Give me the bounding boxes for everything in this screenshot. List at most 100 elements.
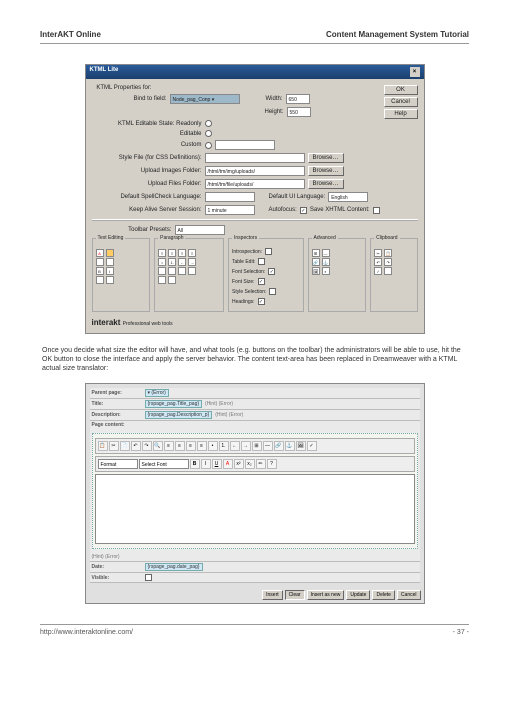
tb-icon[interactable]: ←: [230, 441, 240, 451]
uploadfile-input[interactable]: /html/tm/file/uploads/: [205, 179, 305, 189]
insp-intro: Introspection:: [232, 249, 262, 255]
insp-intro-check[interactable]: [265, 248, 272, 255]
tb-icon[interactable]: 🔗: [274, 441, 284, 451]
header-left: InterAKT Online: [40, 30, 101, 39]
close-icon[interactable]: ×: [410, 67, 420, 77]
content-textarea[interactable]: [95, 474, 415, 544]
height-label: Height:: [265, 109, 284, 115]
tb-icon[interactable]: 🖼: [296, 441, 306, 451]
tb-under[interactable]: U: [212, 459, 222, 469]
readonly-radio[interactable]: [205, 120, 212, 127]
content-label: Page content:: [92, 422, 142, 428]
autofocus-check[interactable]: ✓: [300, 207, 307, 214]
tb-icon[interactable]: ↶: [131, 441, 141, 451]
tb-icon[interactable]: ⚓: [285, 441, 295, 451]
autofocus-label: Autofocus:: [269, 207, 297, 213]
bind-label: Bind to field:: [92, 96, 167, 102]
width-input[interactable]: 650: [286, 94, 310, 104]
insp-table-check[interactable]: [258, 258, 265, 265]
editable-radio[interactable]: [205, 130, 212, 137]
tb-icon[interactable]: ?: [267, 459, 277, 469]
tb-icon[interactable]: ✏: [256, 459, 266, 469]
visible-check[interactable]: [145, 574, 152, 581]
tb-icon[interactable]: 📄: [120, 441, 130, 451]
tagline: Professional web tools: [123, 321, 173, 327]
footer-left: http://www.interaktonline.com/: [40, 629, 133, 636]
tb-icon[interactable]: 1.: [219, 441, 229, 451]
spell-select[interactable]: [205, 192, 255, 202]
panel-paragraph: Paragraph: [158, 235, 185, 241]
insp-font-check[interactable]: ✓: [268, 268, 275, 275]
cancel-button[interactable]: Cancel: [384, 97, 418, 107]
ok-button[interactable]: OK: [384, 85, 418, 95]
uilang-select[interactable]: English: [328, 192, 368, 202]
tb-color[interactable]: A: [223, 459, 233, 469]
insp-head-check[interactable]: ✓: [258, 298, 265, 305]
width-label: Width:: [266, 96, 283, 102]
stylefile-input[interactable]: [205, 153, 305, 163]
custom-label: Custom: [92, 142, 202, 148]
font-select[interactable]: Select Font: [139, 459, 189, 469]
prop-label: KTML Properties for:: [92, 85, 152, 91]
dialog-title: KTML Lite: [90, 67, 119, 77]
cancel2-button[interactable]: Cancel: [397, 590, 421, 600]
insp-size: Font Size:: [232, 279, 255, 285]
tb-bold[interactable]: B: [190, 459, 200, 469]
tb-icon[interactable]: ⊞: [252, 441, 262, 451]
date-value[interactable]: {rspage_pag.date_pag}: [145, 563, 203, 571]
panel-inspectors: Inspectors: [232, 235, 259, 241]
header-right: Content Management System Tutorial: [326, 30, 469, 39]
stylefile-browse[interactable]: Browse…: [308, 153, 344, 163]
tb-italic[interactable]: I: [201, 459, 211, 469]
insertnew-button[interactable]: Insert as new: [307, 590, 345, 600]
toolbar-label: Toolbar Presets:: [92, 227, 172, 233]
tb-icon[interactable]: 🔍: [153, 441, 163, 451]
uploadimg-input[interactable]: /html/tm/img/uploads/: [205, 166, 305, 176]
tb-icon[interactable]: •: [208, 441, 218, 451]
insert-button[interactable]: Insert: [262, 590, 283, 600]
tb-icon[interactable]: ✓: [307, 441, 317, 451]
spell-label: Default SpellCheck Language:: [92, 194, 202, 200]
delete-button[interactable]: Delete: [372, 590, 394, 600]
desc-value[interactable]: {rspage_pag.Description_p}: [145, 411, 213, 419]
uploadimg-browse[interactable]: Browse…: [308, 166, 344, 176]
dreamweaver-editor: Parent page:▾ (Error) Title:{rspage_pag.…: [85, 383, 425, 604]
tb-icon[interactable]: ✂: [109, 441, 119, 451]
tb-icon[interactable]: ≡: [164, 441, 174, 451]
keepalive-select[interactable]: 1 minute: [205, 205, 255, 215]
tb-icon[interactable]: ≡: [197, 441, 207, 451]
custom-radio[interactable]: [205, 142, 212, 149]
tb-icon[interactable]: —: [263, 441, 273, 451]
tb-icon[interactable]: ≡: [186, 441, 196, 451]
format-select[interactable]: Format: [98, 459, 138, 469]
tb-icon[interactable]: 📋: [98, 441, 108, 451]
uploadfile-browse[interactable]: Browse…: [308, 179, 344, 189]
update-button[interactable]: Update: [346, 590, 370, 600]
insp-size-check[interactable]: ✓: [258, 278, 265, 285]
content-hint: (Hint) (Error): [92, 554, 120, 560]
editable-label: Editable: [92, 131, 202, 137]
tb-icon[interactable]: →: [241, 441, 251, 451]
parent-value[interactable]: ▾ (Error): [145, 389, 169, 397]
tb-icon[interactable]: ≡: [175, 441, 185, 451]
tb-icon[interactable]: x₂: [245, 459, 255, 469]
insp-style-check[interactable]: [269, 288, 276, 295]
tb-icon[interactable]: ↷: [142, 441, 152, 451]
panel-textediting: Text Editing: [96, 235, 126, 241]
state-label: KTML Editable State: Readonly: [92, 121, 202, 127]
ktml-toolbar: 📋✂📄↶↷🔍≡≡≡≡•1.←→⊞—🔗⚓🖼✓: [95, 438, 415, 454]
help-button[interactable]: Help: [384, 109, 418, 119]
uilang-label: Default UI Language:: [269, 194, 326, 200]
body-para: Once you decide what size the editor wil…: [42, 346, 467, 373]
visible-label: Visible:: [92, 575, 142, 581]
toolbar-select[interactable]: All: [175, 225, 225, 235]
insp-style: Style Selection:: [232, 289, 266, 295]
height-input[interactable]: 550: [287, 107, 311, 117]
custom-input[interactable]: [215, 140, 275, 150]
tb-icon[interactable]: x²: [234, 459, 244, 469]
bind-field[interactable]: Node_pag_Conp ▾: [170, 94, 240, 104]
clear-button[interactable]: Clear: [285, 590, 305, 600]
savexhtml-check[interactable]: [373, 207, 380, 214]
panel-advanced: Advanced: [312, 235, 338, 241]
title-value[interactable]: {rspage_pag.Title_pag}: [145, 400, 203, 408]
